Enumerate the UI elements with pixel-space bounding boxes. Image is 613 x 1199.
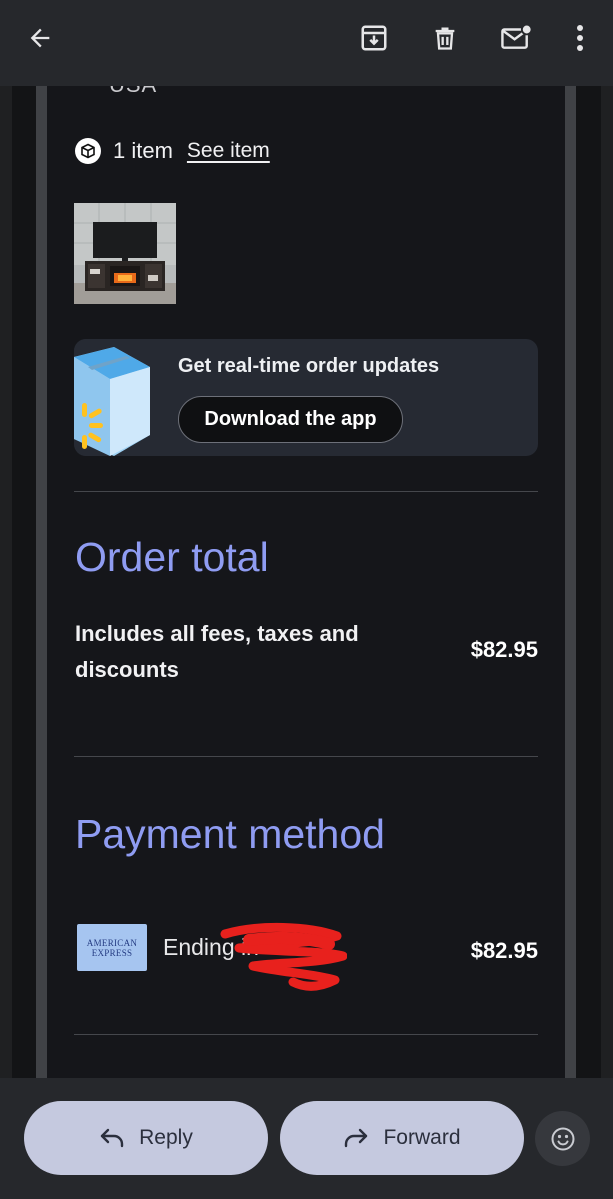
item-count: 1 item <box>113 138 173 163</box>
emoji-reaction-button[interactable] <box>535 1111 590 1166</box>
delete-button[interactable] <box>421 14 469 62</box>
mail-unread-icon <box>501 23 533 49</box>
package-icon <box>75 138 101 164</box>
promo-text: Get real-time order updates <box>178 355 440 377</box>
address-cutoff: USA <box>109 86 157 98</box>
mark-unread-button[interactable] <box>493 14 541 62</box>
archive-icon <box>361 25 387 51</box>
product-thumbnail[interactable] <box>74 203 176 304</box>
forward-label: Forward <box>383 1126 461 1149</box>
forward-icon <box>345 1128 368 1148</box>
reply-icon <box>100 1128 124 1148</box>
frame-rail-left <box>36 86 47 1078</box>
reply-label: Reply <box>139 1126 193 1149</box>
divider <box>74 1034 538 1035</box>
card-brand-line2: EXPRESS <box>91 947 133 958</box>
email-content: USA 1 item See item <box>47 86 565 1078</box>
payment-amount: $82.95 <box>470 938 538 963</box>
archive-button[interactable] <box>350 14 398 62</box>
bottom-action-bar: Reply Forward <box>0 1078 613 1199</box>
payment-method-heading: Payment method <box>75 811 385 857</box>
top-app-bar <box>0 0 613 86</box>
walmart-box-illustration <box>74 339 154 456</box>
trash-icon <box>435 27 455 50</box>
amex-card-logo: AMERICAN EXPRESS <box>77 924 147 971</box>
back-button[interactable] <box>16 14 64 62</box>
download-app-button[interactable]: Download the app <box>178 396 403 443</box>
order-total-label: Includes all fees, taxes and discounts <box>75 621 359 682</box>
more-options-button[interactable] <box>556 14 604 62</box>
divider <box>74 491 538 492</box>
order-total-heading: Order total <box>75 534 269 580</box>
email-body: USA 1 item See item <box>12 86 601 1078</box>
more-vert-icon <box>577 25 583 51</box>
see-item-link[interactable]: See item <box>187 139 270 163</box>
redaction-scribble <box>220 922 347 991</box>
arrow-left-icon <box>30 28 50 48</box>
reply-button[interactable]: Reply <box>24 1101 268 1175</box>
divider <box>74 756 538 757</box>
card-brand-line1: AMERICAN <box>86 937 138 948</box>
app-promo-banner: Get real-time order updates Download the… <box>74 339 538 456</box>
forward-button[interactable]: Forward <box>280 1101 524 1175</box>
frame-rail-right <box>565 86 576 1078</box>
order-total-amount: $82.95 <box>470 637 538 662</box>
item-row: 1 item See item <box>75 136 270 166</box>
emoji-reaction-icon <box>551 1127 574 1150</box>
